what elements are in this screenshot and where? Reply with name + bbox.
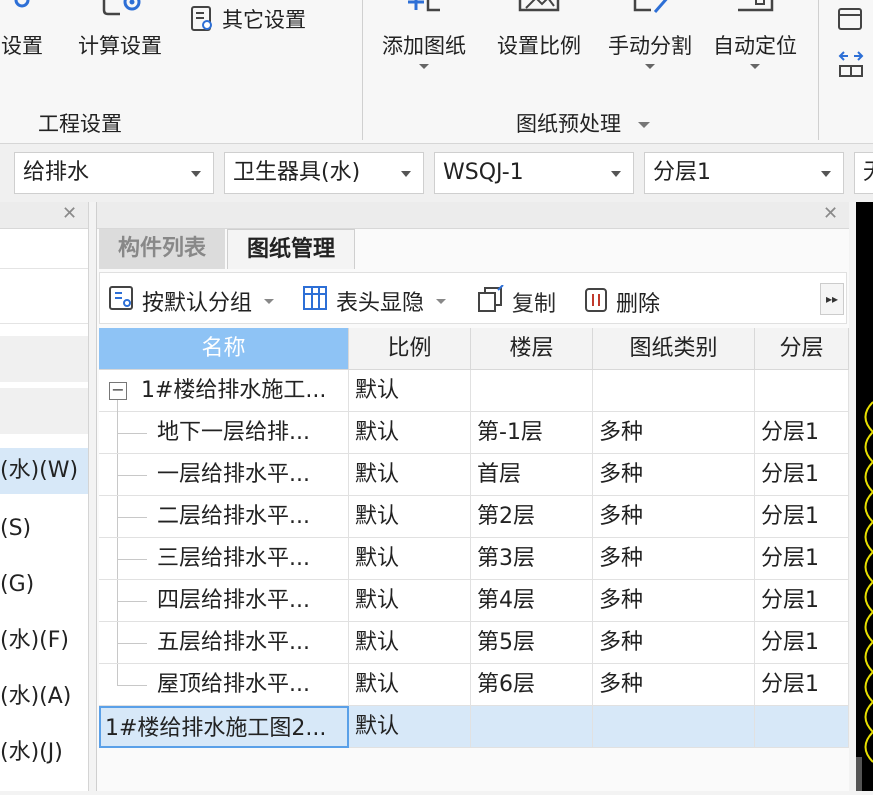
- left-panel: ✕ (水)(W) (S) (G) (水)(F) (水)(A) (水)(J): [0, 202, 89, 791]
- chevron-down-icon: [645, 64, 655, 69]
- auto-locate-button[interactable]: 自动定位: [704, 0, 806, 90]
- left-panel-group[interactable]: [0, 388, 88, 434]
- chevron-down-icon: [436, 298, 447, 304]
- group-label-project: 工程设置: [38, 112, 122, 136]
- chevron-down-icon: [750, 64, 760, 69]
- calc-settings-icon: [90, 0, 150, 25]
- auto-locate-icon: [730, 0, 780, 21]
- set-scale-button[interactable]: 设置比例: [488, 0, 590, 90]
- cad-canvas[interactable]: [856, 202, 873, 791]
- chevron-down-icon: [821, 171, 831, 177]
- column-header-category[interactable]: 图纸类别: [593, 328, 755, 370]
- list-item[interactable]: (水)(F): [0, 618, 88, 664]
- chevron-down-icon: [191, 171, 201, 177]
- ribbon: 设置 计算设置 其它设置 添加图纸 设置比例 手动分割 自动定位 工程设置 图纸…: [0, 0, 873, 144]
- other-settings-icon: [190, 6, 214, 37]
- settings-icon: [7, 0, 37, 21]
- column-header-name[interactable]: 名称: [99, 328, 349, 370]
- group-by-default-button[interactable]: 按默认分组: [108, 285, 275, 317]
- group-icon: [108, 285, 136, 317]
- left-panel-titlebar: ✕: [0, 202, 88, 229]
- manual-split-button[interactable]: 手动分割: [600, 0, 700, 90]
- arrange-icon[interactable]: [836, 50, 866, 82]
- tab-component-list[interactable]: 构件列表: [99, 229, 225, 269]
- list-item[interactable]: (水)(A): [0, 674, 88, 720]
- add-drawing-button[interactable]: 添加图纸: [372, 0, 476, 90]
- drawing-toolbar: 按默认分组 表头显隐 复制 删除 ▸▸: [99, 272, 847, 324]
- close-icon[interactable]: ✕: [823, 203, 838, 224]
- chevron-down-icon: [637, 122, 650, 128]
- list-item[interactable]: (水)(J): [0, 730, 88, 776]
- copy-icon: [476, 284, 506, 319]
- list-item[interactable]: (S): [0, 506, 88, 552]
- collapse-icon[interactable]: −: [109, 382, 127, 400]
- chevron-down-icon: [264, 298, 275, 304]
- discipline-select[interactable]: 给排水: [14, 152, 214, 194]
- tab-drawing-manage[interactable]: 图纸管理: [227, 229, 355, 269]
- extra-select[interactable]: 无: [854, 152, 873, 194]
- group-label-drawing[interactable]: 图纸预处理: [516, 108, 650, 138]
- column-header-floor[interactable]: 楼层: [471, 328, 593, 370]
- settings-button[interactable]: 设置: [0, 0, 50, 90]
- drawing-panel: ✕ 构件列表 图纸管理 按默认分组 表头显隐 复制 删除 ▸▸ 名称 比例 楼层…: [96, 202, 849, 791]
- cad-drawing-lines: [856, 401, 873, 791]
- more-icon[interactable]: ▸▸: [820, 283, 844, 315]
- trash-icon: [582, 285, 610, 319]
- scale-icon: [514, 0, 564, 21]
- add-drawing-icon: [394, 0, 454, 21]
- list-item[interactable]: (G): [0, 562, 88, 608]
- column-header-scale[interactable]: 比例: [349, 328, 471, 370]
- calc-settings-button[interactable]: 计算设置: [70, 0, 170, 90]
- chevron-down-icon: [419, 64, 429, 69]
- column-header-layer[interactable]: 分层: [755, 328, 849, 370]
- chevron-down-icon: [401, 171, 411, 177]
- close-icon[interactable]: ✕: [62, 203, 77, 224]
- component-select[interactable]: WSQJ-1: [434, 152, 634, 194]
- chevron-down-icon: [611, 171, 621, 177]
- layer-select[interactable]: 分层1: [644, 152, 844, 194]
- drawing-panel-titlebar: ✕: [97, 202, 849, 229]
- delete-button[interactable]: 删除: [582, 285, 660, 319]
- manual-split-icon: [625, 0, 675, 21]
- list-item[interactable]: (水)(W): [0, 448, 88, 494]
- ribbon-separator: [818, 0, 819, 140]
- table-header-icon: [302, 285, 330, 317]
- left-panel-group[interactable]: [0, 336, 88, 382]
- window-icon[interactable]: [836, 6, 864, 36]
- ribbon-separator: [362, 0, 363, 140]
- header-toggle-button[interactable]: 表头显隐: [302, 285, 447, 317]
- copy-button[interactable]: 复制: [476, 284, 556, 319]
- category-select[interactable]: 卫生器具(水): [224, 152, 424, 194]
- other-settings-button[interactable]: 其它设置: [188, 4, 328, 40]
- drawing-table: 名称 比例 楼层 图纸类别 分层 1#楼给排水施工... − 默认 地下一层给排…: [99, 328, 849, 748]
- left-panel-search[interactable]: [0, 268, 88, 324]
